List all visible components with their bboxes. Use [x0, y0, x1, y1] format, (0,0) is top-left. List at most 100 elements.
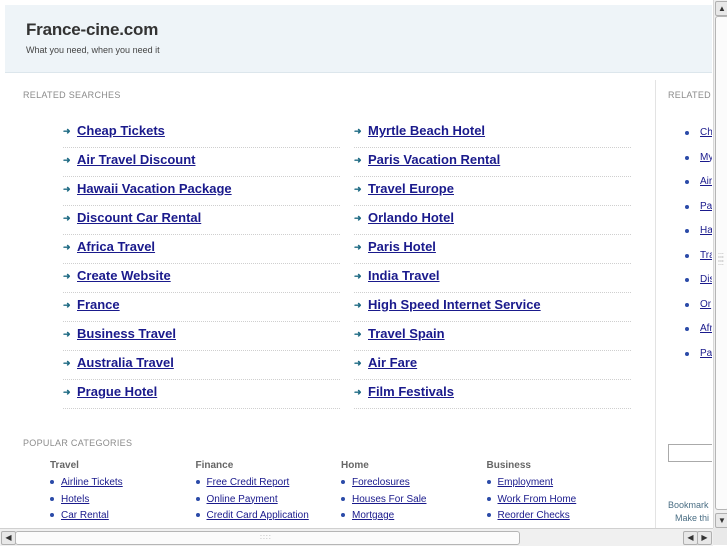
related-search-item[interactable]: ➜ High Speed Internet Service	[354, 292, 631, 322]
related-search-item[interactable]: ➜ Business Travel	[63, 321, 340, 351]
related-search-item[interactable]: ➜ France	[63, 292, 340, 322]
site-title[interactable]: France-cine.com	[26, 20, 158, 40]
category-link[interactable]: Airline Tickets	[61, 477, 123, 488]
related-search-link[interactable]: Create Website	[77, 268, 171, 283]
category-link[interactable]: Employment	[498, 477, 554, 488]
scroll-right-button[interactable]: ▶	[697, 531, 712, 545]
category-column: Home Foreclosures Houses For Sale Mortgage	[341, 460, 481, 527]
related-search-link[interactable]: Travel Spain	[368, 326, 445, 341]
related-search-link[interactable]: Australia Travel	[77, 355, 174, 370]
dot-icon	[685, 229, 689, 233]
right-sidebar-link[interactable]: Tra	[700, 250, 712, 261]
category-link[interactable]: Houses For Sale	[352, 494, 426, 505]
related-search-item[interactable]: ➜ Air Fare	[354, 350, 631, 380]
related-search-link[interactable]: Myrtle Beach Hotel	[368, 123, 485, 138]
scroll-down-button[interactable]: ▼	[715, 513, 727, 528]
category-link-item[interactable]: Work From Home	[486, 494, 627, 511]
dot-icon	[685, 253, 689, 258]
category-link-item[interactable]: Foreclosures	[341, 477, 481, 494]
related-search-item[interactable]: ➜ Travel Spain	[354, 321, 631, 351]
category-link[interactable]: Reorder Checks	[498, 510, 570, 521]
related-search-link[interactable]: Africa Travel	[77, 239, 155, 254]
make-homepage-link[interactable]: Make thi	[675, 513, 709, 523]
horizontal-scroll-thumb[interactable]: ::::	[15, 531, 520, 545]
right-sidebar-link[interactable]: Or	[700, 299, 711, 310]
related-search-item[interactable]: ➜ Africa Travel	[63, 234, 340, 264]
category-link-item[interactable]: Houses For Sale	[341, 494, 481, 511]
right-sidebar-link[interactable]: Pa	[700, 348, 712, 359]
category-link[interactable]: Online Payment	[207, 494, 278, 505]
right-sidebar-link[interactable]: Pa	[700, 201, 712, 212]
category-link[interactable]: Car Rental	[61, 510, 109, 521]
related-search-link[interactable]: Cheap Tickets	[77, 123, 165, 138]
related-search-link[interactable]: Hawaii Vacation Package	[77, 181, 232, 196]
right-search-input[interactable]	[668, 444, 712, 462]
category-link-item[interactable]: Credit Card Application	[195, 510, 336, 527]
related-search-item[interactable]: ➜ Discount Car Rental	[63, 205, 340, 235]
scroll-up-button[interactable]: ▲	[715, 1, 727, 16]
dot-icon	[486, 480, 491, 484]
category-link[interactable]: Hotels	[61, 494, 89, 505]
arrow-right-icon: ➜	[63, 126, 71, 136]
related-search-link[interactable]: Paris Hotel	[368, 239, 436, 254]
related-search-item[interactable]: ➜ Create Website	[63, 263, 340, 293]
category-link[interactable]: Mortgage	[352, 510, 394, 521]
right-sidebar-link[interactable]: Ha	[700, 225, 712, 236]
related-search-link[interactable]: Paris Vacation Rental	[368, 152, 500, 167]
category-link-item[interactable]: Airline Tickets	[50, 477, 190, 494]
related-search-item[interactable]: ➜ Film Festivals	[354, 379, 631, 409]
scroll-left-button-2[interactable]: ◀	[683, 531, 698, 545]
arrow-right-icon: ➜	[354, 271, 362, 281]
related-search-item[interactable]: ➜ India Travel	[354, 263, 631, 293]
related-search-link[interactable]: Film Festivals	[368, 384, 454, 399]
bookmark-link[interactable]: Bookmark	[668, 500, 709, 510]
category-link-item[interactable]: Free Credit Report	[195, 477, 336, 494]
related-search-item[interactable]: ➜ Prague Hotel	[63, 379, 340, 409]
related-search-link[interactable]: Business Travel	[77, 326, 176, 341]
category-link[interactable]: Credit Card Application	[207, 510, 309, 521]
category-heading: Finance	[195, 460, 234, 471]
horizontal-scrollbar[interactable]: ◀ :::: ◀ ▶	[0, 528, 713, 546]
related-search-item[interactable]: ➜ Orlando Hotel	[354, 205, 631, 235]
category-link-item[interactable]: Employment	[486, 477, 627, 494]
category-link[interactable]: Free Credit Report	[207, 477, 290, 488]
related-search-link[interactable]: Air Fare	[368, 355, 417, 370]
related-search-item[interactable]: ➜ Paris Vacation Rental	[354, 147, 631, 177]
related-search-link[interactable]: High Speed Internet Service	[368, 297, 541, 312]
related-search-link[interactable]: Orlando Hotel	[368, 210, 454, 225]
related-search-link[interactable]: France	[77, 297, 120, 312]
related-search-link[interactable]: Discount Car Rental	[77, 210, 201, 225]
related-search-link[interactable]: Prague Hotel	[77, 384, 157, 399]
category-link[interactable]: Work From Home	[498, 494, 577, 505]
related-search-item[interactable]: ➜ Cheap Tickets	[63, 118, 340, 148]
related-search-item[interactable]: ➜ Hawaii Vacation Package	[63, 176, 340, 206]
right-sidebar-link[interactable]: My	[700, 152, 712, 163]
category-link-item[interactable]: Online Payment	[195, 494, 336, 511]
category-link[interactable]: Foreclosures	[352, 477, 410, 488]
category-link-item[interactable]: Reorder Checks	[486, 510, 627, 527]
main-content: RELATED SEARCHES ➜ Cheap Tickets ➜ Air Trav…	[5, 80, 656, 530]
related-search-item[interactable]: ➜ Travel Europe	[354, 176, 631, 206]
dot-icon	[195, 496, 200, 501]
related-search-item[interactable]: ➜ Paris Hotel	[354, 234, 631, 264]
vertical-scrollbar[interactable]: ▲ ::::::::: ▼	[713, 0, 727, 528]
related-search-item[interactable]: ➜ Air Travel Discount	[63, 147, 340, 177]
category-link-item[interactable]: Hotels	[50, 494, 190, 511]
related-search-item[interactable]: ➜ Australia Travel	[63, 350, 340, 380]
right-sidebar-link[interactable]: Air	[700, 176, 712, 187]
vertical-scroll-thumb[interactable]: :::::::::	[715, 16, 727, 510]
category-link-item[interactable]: Car Rental	[50, 510, 190, 527]
dot-icon	[685, 278, 689, 282]
right-sidebar-link[interactable]: Afr	[700, 323, 712, 334]
related-search-link[interactable]: India Travel	[368, 268, 440, 283]
dot-icon	[341, 496, 345, 501]
category-heading: Business	[486, 460, 531, 471]
scroll-left-button[interactable]: ◀	[1, 531, 16, 545]
related-search-link[interactable]: Travel Europe	[368, 181, 454, 196]
related-search-link[interactable]: Air Travel Discount	[77, 152, 195, 167]
category-link-item[interactable]: Mortgage	[341, 510, 481, 527]
related-search-item[interactable]: ➜ Myrtle Beach Hotel	[354, 118, 631, 148]
right-sidebar-link[interactable]: Dis	[700, 274, 712, 285]
right-sidebar-link[interactable]: Ch	[700, 127, 712, 138]
grip-icon: ::::	[260, 534, 272, 541]
